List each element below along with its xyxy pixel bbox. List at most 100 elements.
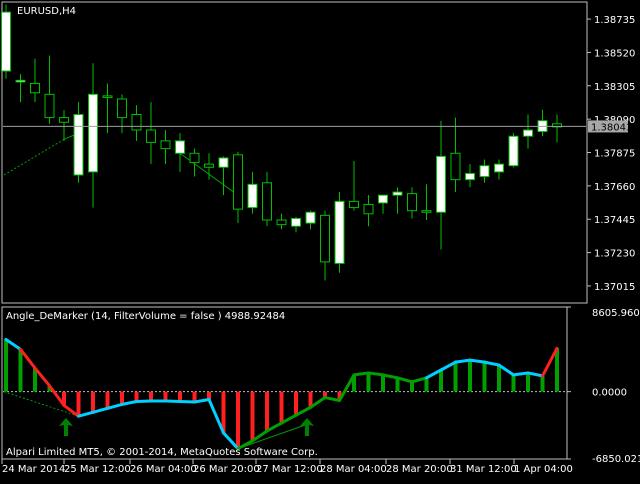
indicator-line-segment bbox=[470, 360, 485, 362]
price-tick-label: 1.37660 bbox=[594, 182, 635, 193]
candle-body bbox=[2, 12, 11, 71]
chart-canvas[interactable]: 1.387351.385201.383051.380901.378751.376… bbox=[0, 0, 640, 480]
indicator-line-segment bbox=[340, 375, 355, 401]
candle-body bbox=[422, 211, 431, 213]
indicator-line-segment bbox=[369, 373, 384, 375]
indicator-label: Angle_DeMarker (14, FilterVolume = false… bbox=[6, 311, 285, 322]
indicator-line-segment bbox=[514, 373, 529, 375]
indicator-bar bbox=[106, 392, 110, 409]
indicator-line-segment bbox=[383, 375, 398, 378]
indicator-bar bbox=[425, 378, 429, 392]
candle-body bbox=[16, 80, 25, 82]
indicator-bar bbox=[120, 392, 124, 405]
price-tick-label: 1.37445 bbox=[594, 215, 635, 226]
time-tick-label: 31 Mar 12:00 bbox=[450, 464, 517, 475]
indicator-line-segment bbox=[6, 340, 21, 350]
indicator-bar bbox=[454, 362, 458, 392]
price-tick-label: 1.37875 bbox=[594, 149, 635, 160]
indicator-tick-label: 0.0000 bbox=[592, 388, 627, 399]
chart-window[interactable]: 1.387351.385201.383051.380901.378751.376… bbox=[0, 0, 640, 480]
indicator-line-segment bbox=[499, 365, 514, 375]
indicator-bar bbox=[468, 360, 472, 391]
candle-body bbox=[335, 201, 344, 263]
indicator-bar bbox=[555, 348, 559, 391]
indicator-line-segment bbox=[195, 400, 210, 402]
indicator-line-segment bbox=[398, 378, 413, 382]
indicator-axis: 8605.960440.0000-6850.02118 bbox=[567, 307, 640, 465]
indicator-line-segment bbox=[441, 362, 456, 370]
candle-body bbox=[524, 130, 533, 136]
indicator-bar bbox=[497, 365, 501, 392]
indicator-bar bbox=[526, 373, 530, 392]
indicator-line-segment bbox=[325, 398, 340, 401]
indicator-line-segment bbox=[543, 348, 558, 376]
indicator-bar bbox=[541, 376, 545, 392]
indicator-bar bbox=[251, 392, 255, 441]
candle-body bbox=[495, 164, 504, 172]
symbol-label: EURUSD,H4 bbox=[17, 6, 76, 17]
candle-body bbox=[161, 141, 170, 149]
time-tick-label: 26 Mar 20:00 bbox=[193, 464, 260, 475]
indicator-bar bbox=[512, 375, 516, 392]
indicator-line-segment bbox=[93, 408, 108, 412]
indicator-line-segment bbox=[311, 398, 326, 408]
indicator-line-segment bbox=[528, 373, 543, 376]
candle-body bbox=[234, 155, 243, 209]
candle-body bbox=[45, 94, 54, 117]
candle-body bbox=[466, 173, 475, 179]
indicator-line-segment bbox=[354, 373, 369, 375]
indicator-line-segment bbox=[267, 423, 282, 431]
time-tick-label: 26 Mar 04:00 bbox=[130, 464, 197, 475]
candle-body bbox=[379, 195, 388, 203]
time-tick-label: 1 Apr 04:00 bbox=[514, 464, 573, 475]
candle-body bbox=[132, 114, 141, 130]
indicator-line-segment bbox=[412, 378, 427, 382]
candles-layer bbox=[2, 4, 562, 280]
buy-arrow-icon bbox=[300, 418, 314, 436]
indicator-line-segment bbox=[79, 412, 94, 416]
candle-body bbox=[263, 183, 272, 220]
time-tick-label: 28 Mar 04:00 bbox=[320, 464, 387, 475]
candle-body bbox=[60, 118, 69, 123]
price-tick-label: 1.38735 bbox=[594, 15, 635, 26]
indicator-bar bbox=[367, 373, 371, 392]
copyright-text: Alpari Limited MT5, © 2001-2014, MetaQuo… bbox=[6, 447, 318, 458]
candle-body bbox=[176, 141, 185, 153]
time-axis: 24 Mar 201425 Mar 12:0026 Mar 04:0026 Ma… bbox=[2, 459, 573, 475]
indicator-line-segment bbox=[427, 370, 442, 378]
candle-body bbox=[118, 99, 127, 118]
candle-body bbox=[292, 218, 301, 226]
price-tick-label: 1.37015 bbox=[594, 282, 635, 293]
indicator-line-segment bbox=[296, 407, 311, 415]
candle-body bbox=[451, 153, 460, 179]
candle-body bbox=[103, 96, 112, 98]
candle-body bbox=[393, 192, 402, 195]
indicator-bars bbox=[4, 340, 559, 449]
indicator-line-segment bbox=[485, 362, 500, 365]
indicator-bar bbox=[19, 349, 23, 391]
indicator-bar bbox=[439, 370, 443, 392]
indicator-line-segment bbox=[64, 405, 79, 416]
indicator-bar bbox=[381, 375, 385, 392]
time-tick-label: 27 Mar 12:00 bbox=[256, 464, 323, 475]
indicator-bar bbox=[483, 362, 487, 392]
candle-body bbox=[248, 184, 257, 207]
price-tick-label: 1.38305 bbox=[594, 82, 635, 93]
candle-body bbox=[147, 130, 156, 142]
indicator-bar bbox=[77, 392, 81, 417]
candle-body bbox=[74, 114, 83, 175]
indicator-bar bbox=[396, 378, 400, 392]
indicator-bar bbox=[4, 340, 8, 392]
time-tick-label: 25 Mar 12:00 bbox=[64, 464, 131, 475]
price-tick-label: 1.38520 bbox=[594, 48, 635, 59]
candle-body bbox=[89, 94, 98, 172]
candle-body bbox=[190, 153, 199, 162]
indicator-line-segment bbox=[209, 400, 224, 433]
indicator-tick-label: -6850.02118 bbox=[592, 454, 640, 465]
indicator-line-segment bbox=[282, 415, 297, 423]
indicator-line-segment bbox=[50, 386, 65, 406]
candle-body bbox=[321, 215, 330, 262]
price-tick-label: 1.37230 bbox=[594, 249, 635, 260]
time-tick-label: 28 Mar 20:00 bbox=[386, 464, 453, 475]
candle-body bbox=[350, 201, 359, 207]
